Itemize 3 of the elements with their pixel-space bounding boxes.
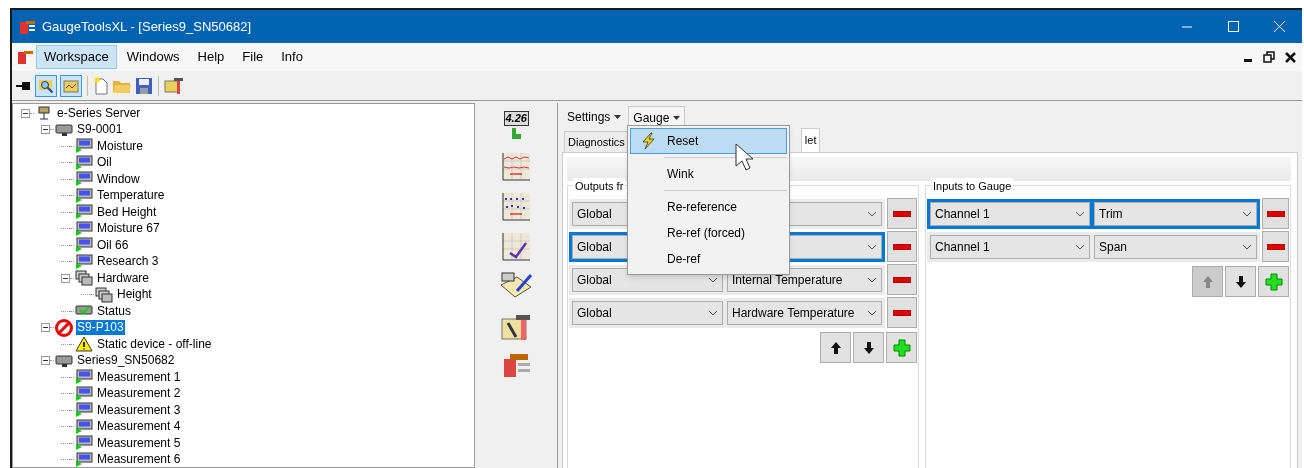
group-title: Outputs fr (573, 178, 626, 195)
group-title: Inputs to Gauge (931, 178, 1014, 195)
window-title: GaugeToolsXL - [Series9_SN50682] (42, 17, 252, 36)
